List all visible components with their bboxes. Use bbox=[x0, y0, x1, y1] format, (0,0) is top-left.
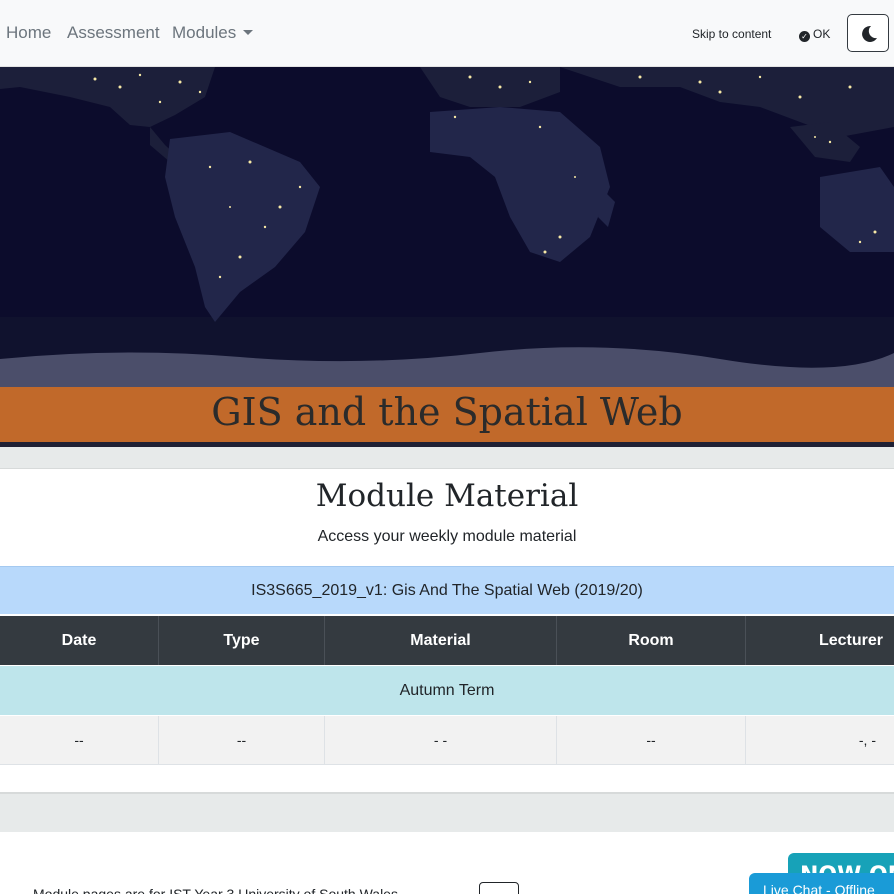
page: Home Assessment Modules Skip to content … bbox=[0, 0, 894, 894]
column-header-lecturer: Lecturer bbox=[818, 632, 884, 649]
table-header-row: Date Type Material Room Lecturer bbox=[0, 616, 894, 665]
live-chat-button[interactable]: Live Chat - Offline bbox=[749, 873, 894, 894]
column-header-type: Type bbox=[159, 616, 325, 665]
term-group-row: Autumn Term bbox=[0, 666, 894, 715]
section-separator bbox=[0, 447, 894, 469]
column-header-material: Material bbox=[325, 616, 557, 665]
module-code-header: IS3S665_2019_v1: Gis And The Spatial Web… bbox=[0, 566, 894, 614]
nav-modules-label: Modules bbox=[172, 23, 237, 42]
hero-world-map-image bbox=[0, 67, 894, 387]
check-circle-icon: ✓ bbox=[799, 31, 810, 42]
cell-lecturer: -, - bbox=[858, 732, 876, 748]
footer-separator bbox=[0, 792, 894, 832]
chevron-down-icon bbox=[243, 30, 254, 35]
skip-to-content-link[interactable]: Skip to content bbox=[692, 27, 771, 41]
cell-date: -- bbox=[0, 716, 159, 765]
course-title-banner: GIS and the Spatial Web bbox=[0, 387, 894, 442]
cell-material: - - bbox=[325, 716, 557, 765]
column-header-date: Date bbox=[0, 616, 159, 665]
top-navbar: Home Assessment Modules Skip to content … bbox=[0, 0, 894, 67]
footer-button[interactable] bbox=[479, 882, 519, 894]
footer-text: Module pages are for IST Year 3 Universi… bbox=[33, 886, 398, 894]
module-material-subtitle: Access your weekly module material bbox=[317, 528, 577, 545]
module-material-title: Module Material bbox=[315, 478, 579, 514]
dark-mode-toggle-button[interactable] bbox=[847, 14, 889, 52]
ok-label: OK bbox=[813, 27, 831, 41]
column-header-room: Room bbox=[557, 616, 746, 665]
ok-indicator[interactable]: ✓ OK bbox=[799, 27, 830, 42]
cell-room: -- bbox=[557, 716, 746, 765]
course-title: GIS and the Spatial Web bbox=[211, 390, 683, 434]
moon-icon bbox=[862, 25, 877, 42]
nav-assessment-link[interactable]: Assessment bbox=[67, 23, 160, 43]
nav-home-link[interactable]: Home bbox=[6, 23, 51, 43]
table-row: -- -- - - -- -, - bbox=[0, 716, 894, 765]
nav-modules-dropdown[interactable]: Modules bbox=[172, 23, 254, 43]
cell-type: -- bbox=[159, 716, 325, 765]
